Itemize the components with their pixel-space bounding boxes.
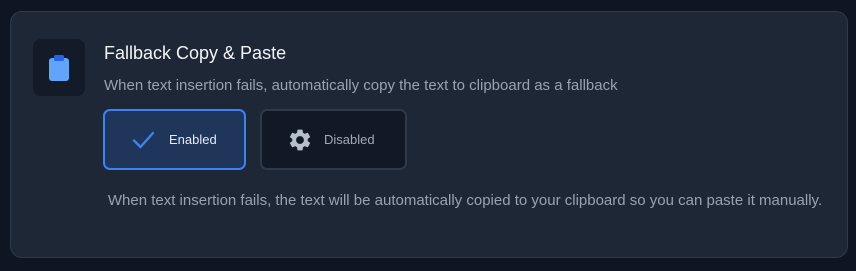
clipboard-icon [49, 54, 69, 81]
checkmark-icon [131, 128, 155, 152]
setting-description: When text insertion fails, automatically… [104, 77, 618, 94]
setting-title: Fallback Copy & Paste [104, 43, 287, 63]
disabled-option-button[interactable]: Disabled [260, 109, 407, 170]
disabled-option-label: Disabled [324, 132, 375, 147]
enabled-option-label: Enabled [169, 132, 217, 147]
enabled-option-button[interactable]: Enabled [103, 109, 246, 170]
setting-icon-tile [33, 39, 85, 96]
gear-icon [287, 127, 313, 153]
fallback-note: When text insertion fails, the text will… [107, 192, 823, 209]
fallback-copy-paste-card: Fallback Copy & Paste When text insertio… [10, 11, 848, 258]
